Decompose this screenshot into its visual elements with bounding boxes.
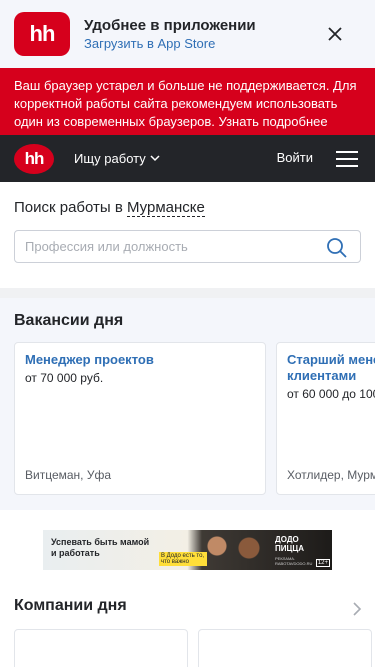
app-banner-text: Удобнее в приложении Загрузить в App Sto…	[84, 16, 256, 52]
company-card[interactable]	[14, 629, 188, 667]
city-selector[interactable]: Мурманске	[126, 199, 205, 217]
vacancy-company: Витцеман, Уфа	[25, 468, 112, 482]
search-title: Поиск работы в Мурманске	[14, 198, 361, 218]
ad-headline: Успевать быть мамой и работать	[51, 536, 150, 558]
vacancy-card[interactable]: Менеджер проектов от 70 000 руб. Витцема…	[14, 342, 266, 495]
chevron-right-icon[interactable]	[351, 601, 363, 617]
company-card[interactable]	[198, 629, 372, 667]
app-store-link[interactable]: Загрузить в App Store	[84, 35, 256, 52]
vacancy-carousel[interactable]: Менеджер проектов от 70 000 руб. Витцема…	[14, 342, 375, 495]
ad-age-badge: 12+	[315, 558, 330, 567]
vacancy-salary: от 70 000 руб.	[25, 371, 104, 385]
chevron-down-icon	[150, 155, 160, 162]
search-section: Поиск работы в Мурманске	[0, 182, 375, 288]
section-divider	[0, 288, 375, 298]
search-title-prefix: Поиск работы в	[14, 199, 123, 216]
app-banner-title: Удобнее в приложении	[84, 17, 256, 34]
search-icon[interactable]	[326, 237, 348, 259]
vacancy-card[interactable]: Старший менеджер по работе с клиентами о…	[276, 342, 375, 495]
login-button[interactable]: Войти	[277, 150, 313, 165]
ad-banner[interactable]: Успевать быть мамой и работать В Додо ес…	[43, 529, 332, 570]
close-icon[interactable]	[325, 24, 345, 44]
outdated-browser-notice[interactable]: Ваш браузер устарел и больше не поддержи…	[0, 68, 375, 135]
ad-disclaimer: РЕКЛАМА. RABOTAVDODO.RU	[275, 555, 313, 566]
site-header: hh Ищу работу Войти	[0, 135, 375, 182]
ad-brand: ДОДО ПИЦЦА	[275, 534, 304, 553]
burger-menu-icon[interactable]	[336, 151, 358, 167]
hh-logo[interactable]: hh	[14, 143, 54, 174]
ad-section: Успевать быть мамой и работать В Додо ес…	[0, 510, 375, 589]
app-logo[interactable]: hh	[14, 12, 70, 56]
app-banner: hh Удобнее в приложении Загрузить в App …	[0, 0, 375, 68]
vacancies-title: Вакансии дня	[14, 312, 124, 329]
vacancy-title[interactable]: Менеджер проектов	[25, 352, 255, 368]
search-box[interactable]	[14, 230, 361, 263]
vacancies-section: Вакансии дня Менеджер проектов от 70 000…	[0, 298, 375, 510]
companies-section: Компании дня	[0, 589, 375, 667]
vacancy-company: Хотлидер, Мурманск	[287, 468, 375, 482]
search-input[interactable]	[25, 239, 305, 254]
job-search-menu-label: Ищу работу	[74, 151, 146, 166]
vacancy-title[interactable]: Старший менеджер по работе с клиентами	[287, 352, 375, 384]
vacancy-salary: от 60 000 до 100 000 руб.	[287, 387, 375, 401]
companies-title: Компании дня	[14, 597, 127, 614]
ad-image	[193, 529, 273, 570]
job-search-menu[interactable]: Ищу работу	[74, 151, 160, 166]
company-carousel[interactable]	[14, 629, 372, 667]
